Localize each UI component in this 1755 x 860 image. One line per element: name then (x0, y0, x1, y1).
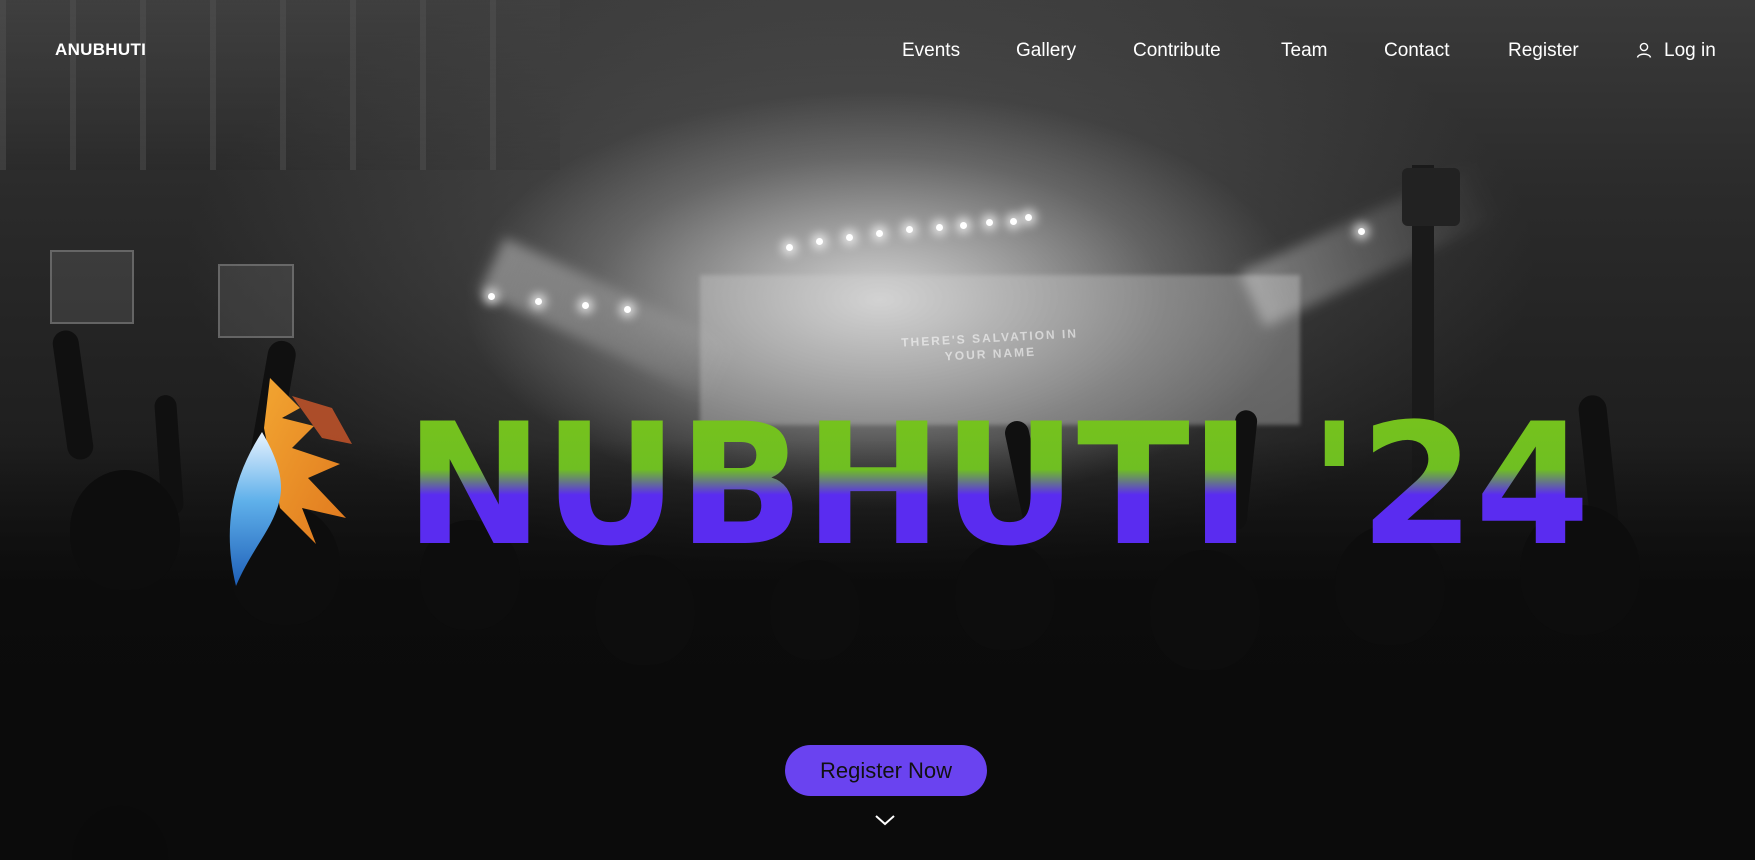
anubhuti-logo-mark (229, 378, 352, 586)
hero-section: THERE'S SALVATION IN YOUR NAME NUBHUTI '… (0, 0, 1755, 860)
stage-light (986, 219, 993, 226)
light-beam (1239, 162, 1501, 328)
user-icon[interactable] (1636, 42, 1652, 58)
stage-light (1010, 218, 1017, 225)
nav-team[interactable]: Team (1281, 40, 1327, 62)
stage-light (906, 226, 913, 233)
nav-gallery[interactable]: Gallery (1016, 40, 1076, 62)
stage-light (936, 224, 943, 231)
nav-contribute[interactable]: Contribute (1133, 40, 1221, 62)
nav-events[interactable]: Events (902, 40, 960, 62)
stage-light (846, 234, 853, 241)
audience-head (70, 470, 180, 590)
nav-contact[interactable]: Contact (1384, 40, 1449, 62)
chevron-down-icon[interactable] (873, 812, 897, 828)
top-navigation: ANUBHUTI Events Gallery Contribute Team … (0, 0, 1755, 100)
camera-head (1402, 168, 1460, 226)
audience-head (595, 555, 695, 665)
stage-light (535, 298, 542, 305)
brand-logo[interactable]: ANUBHUTI (55, 40, 146, 60)
audience-head (770, 560, 860, 660)
stage-light (786, 244, 793, 251)
wall-panel (218, 264, 294, 338)
hero-title: NUBHUTI '24 (405, 387, 1590, 568)
stage-light (582, 302, 589, 309)
nav-register[interactable]: Register (1508, 40, 1579, 62)
audience-head (1150, 550, 1260, 670)
stage-light (876, 230, 883, 237)
nav-login[interactable]: Log in (1664, 40, 1716, 62)
hero-title-text: NUBHUTI '24 (405, 387, 1590, 568)
stage-light (1358, 228, 1365, 235)
stage-light (624, 306, 631, 313)
stage-light (488, 293, 495, 300)
register-now-button[interactable]: Register Now (785, 745, 987, 796)
stage-light (1025, 214, 1032, 221)
stage-light (960, 222, 967, 229)
wall-panel (50, 250, 134, 324)
stage-light (816, 238, 823, 245)
